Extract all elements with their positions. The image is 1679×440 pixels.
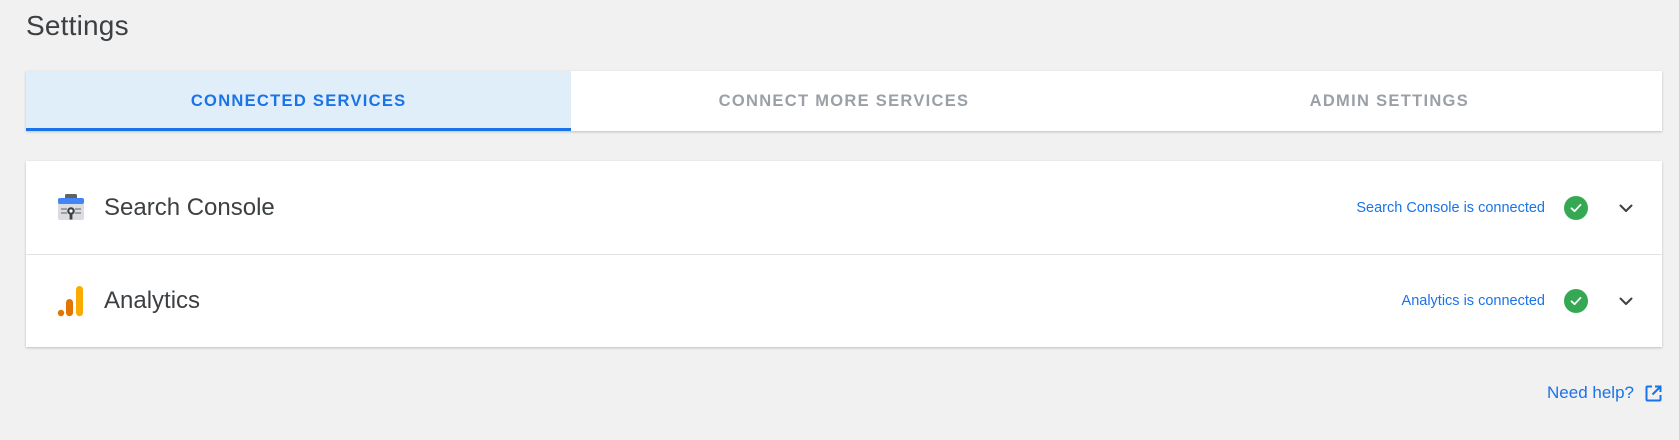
tab-bar: CONNECTED SERVICES CONNECT MORE SERVICES… [26, 71, 1662, 131]
tab-connect-more-services[interactable]: CONNECT MORE SERVICES [571, 71, 1116, 131]
need-help-label: Need help? [1547, 383, 1634, 402]
connected-services-list: Search Console Search Console is connect… [26, 161, 1662, 347]
service-status: Analytics is connected [1401, 293, 1545, 309]
service-row-search-console[interactable]: Search Console Search Console is connect… [26, 161, 1662, 254]
tab-connected-services[interactable]: CONNECTED SERVICES [26, 71, 572, 131]
tab-admin-settings[interactable]: ADMIN SETTINGS [1117, 71, 1662, 131]
check-icon [1564, 195, 1588, 220]
external-link-icon [1644, 384, 1663, 403]
chevron-down-icon[interactable] [1614, 196, 1638, 220]
analytics-icon [54, 284, 88, 318]
check-icon [1564, 289, 1588, 313]
page-title: Settings [26, 10, 129, 41]
search-console-icon [54, 191, 88, 225]
need-help-link[interactable]: Need help? [1547, 383, 1663, 403]
service-row-analytics[interactable]: Analytics Analytics is connected [26, 254, 1662, 347]
chevron-down-icon[interactable] [1614, 289, 1638, 313]
service-status: Search Console is connected [1356, 199, 1545, 216]
service-name: Analytics [104, 287, 201, 314]
service-name: Search Console [104, 193, 275, 221]
